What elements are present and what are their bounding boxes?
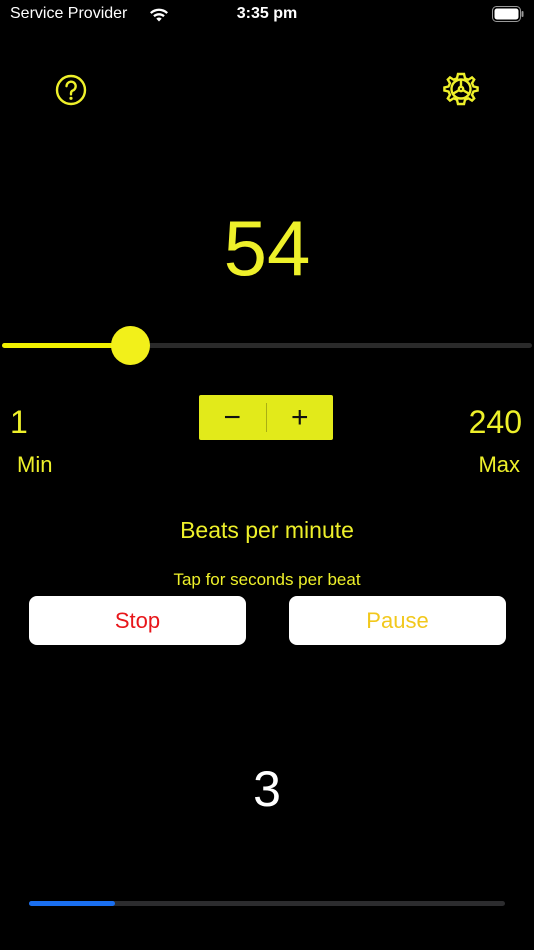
beat-count: 3: [253, 761, 281, 817]
max-label: Max: [478, 452, 520, 477]
tempo-stepper: − +: [199, 395, 333, 440]
bpm-unit-label: Beats per minute: [180, 517, 354, 543]
tap-seconds-per-beat[interactable]: Tap for seconds per beat: [0, 570, 534, 590]
stop-button[interactable]: Stop: [29, 596, 246, 645]
bpm-value: 54: [223, 204, 311, 292]
min-value: 1: [10, 404, 28, 440]
gear-icon[interactable]: [443, 71, 479, 107]
decrement-button[interactable]: −: [199, 395, 266, 440]
battery-icon: [492, 6, 524, 22]
beat-progress-fill: [29, 901, 115, 906]
question-circle-icon[interactable]: [54, 73, 88, 107]
tempo-slider-thumb[interactable]: [110, 326, 150, 365]
min-label: Min: [17, 452, 53, 477]
increment-button[interactable]: +: [267, 395, 334, 440]
pause-button[interactable]: Pause: [289, 596, 506, 645]
max-value: 240: [468, 404, 522, 440]
status-time: 3:35 pm: [236, 5, 298, 22]
